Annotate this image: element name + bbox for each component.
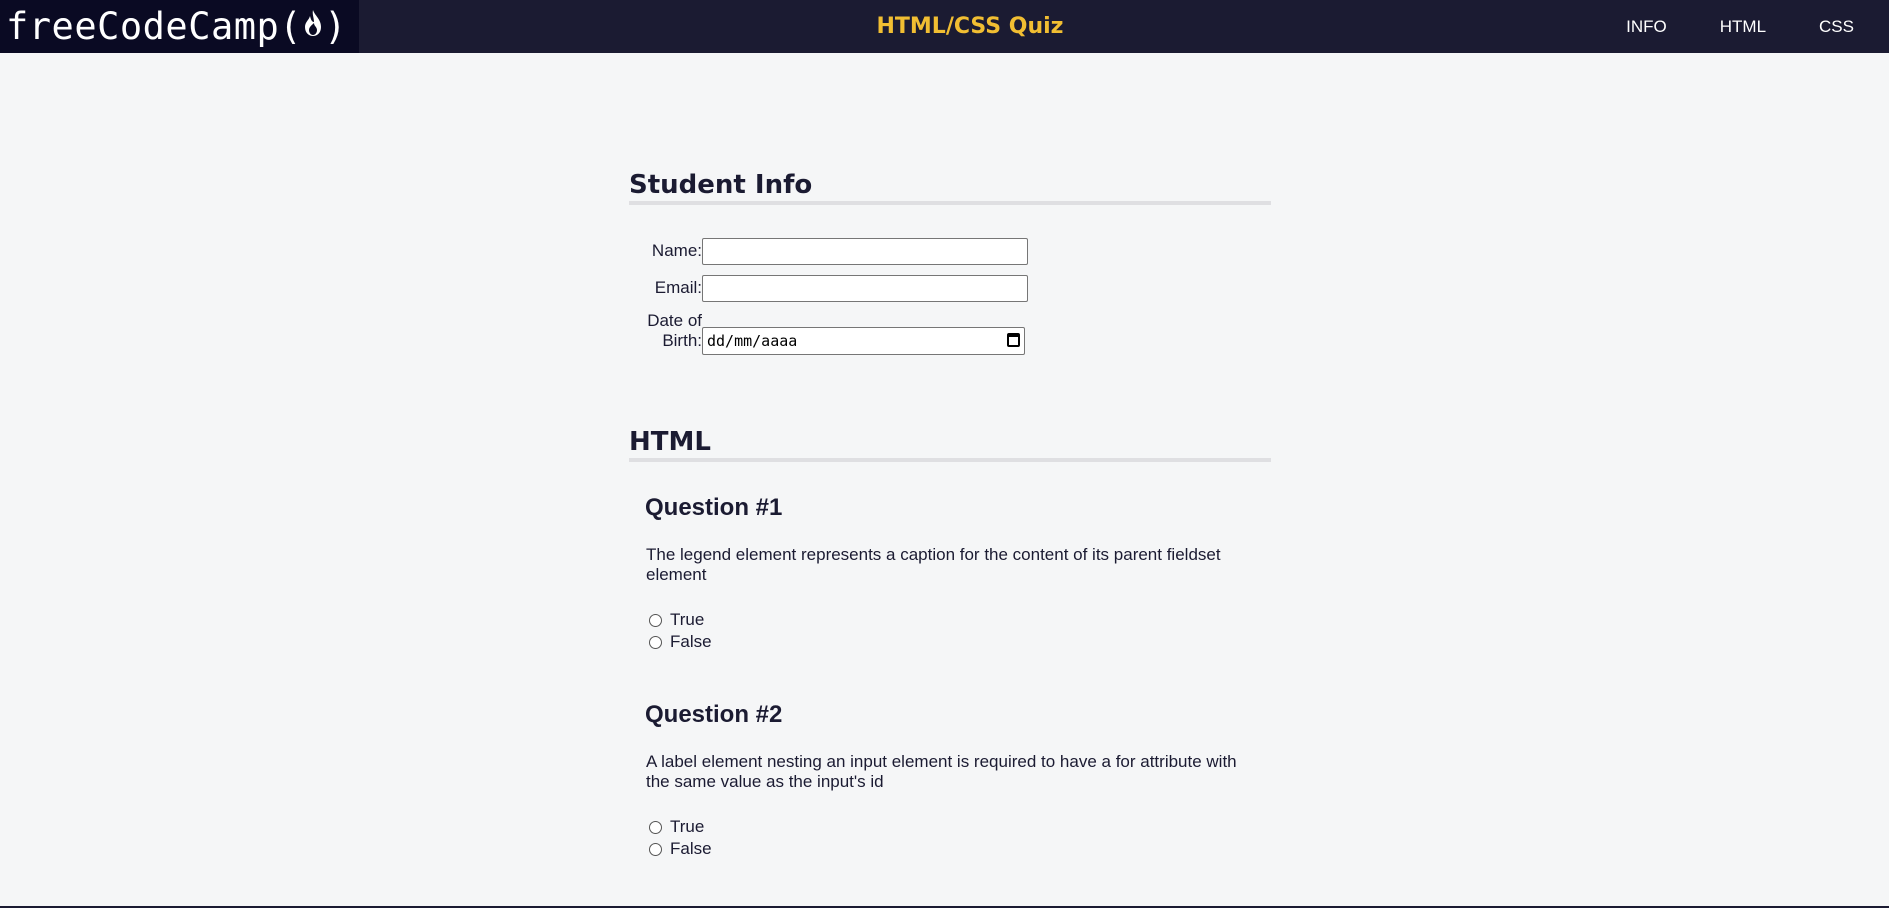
name-row: Name: xyxy=(629,238,1029,265)
nav-link-html[interactable]: HTML xyxy=(1720,17,1766,37)
radio-button[interactable] xyxy=(649,842,662,856)
nav-link-info[interactable]: INFO xyxy=(1626,17,1667,37)
option-label: True xyxy=(670,610,705,629)
logo-text: freeCodeCamp( xyxy=(6,5,303,48)
question-1-option-false[interactable]: False xyxy=(649,632,712,652)
section-heading-html: HTML xyxy=(629,427,1271,463)
question-1-option-true[interactable]: True xyxy=(649,610,704,630)
question-2-option-false[interactable]: False xyxy=(649,839,712,859)
student-info-section: Student Info Name: Email: Date of Birth:… xyxy=(629,170,1271,370)
dob-placeholder: dd/mm/aaaa xyxy=(707,332,798,350)
dob-label-line2: Birth: xyxy=(662,331,702,350)
email-label: Email: xyxy=(654,278,702,297)
dob-label: Date of Birth: xyxy=(622,311,702,351)
dob-input[interactable]: dd/mm/aaaa xyxy=(702,327,1025,355)
freecodecamp-logo[interactable]: freeCodeCamp() xyxy=(0,0,359,53)
radio-button[interactable] xyxy=(649,820,662,834)
question-2-title: Question #2 xyxy=(645,701,783,728)
question-1-text: The legend element represents a caption … xyxy=(646,545,1221,584)
radio-button[interactable] xyxy=(649,635,662,649)
question-1-title: Question #1 xyxy=(645,494,783,521)
calendar-icon[interactable] xyxy=(1007,333,1020,347)
option-label: False xyxy=(670,632,712,651)
option-label: False xyxy=(670,839,712,858)
main-nav: INFO HTML CSS xyxy=(1626,0,1854,53)
page-title: HTML/CSS Quiz xyxy=(876,14,1064,39)
email-input[interactable] xyxy=(702,275,1028,302)
logo-close-paren: ) xyxy=(324,5,347,48)
dob-label-line1: Date of xyxy=(647,311,702,330)
name-label: Name: xyxy=(651,241,702,260)
section-heading-student-info: Student Info xyxy=(629,170,1271,206)
dob-row: Date of Birth: dd/mm/aaaa xyxy=(629,310,1029,360)
option-label: True xyxy=(670,817,705,836)
flame-icon xyxy=(302,0,324,52)
question-2-option-true[interactable]: True xyxy=(649,817,704,837)
question-2-text: A label element nesting an input element… xyxy=(646,752,1237,791)
nav-link-css[interactable]: CSS xyxy=(1819,17,1854,37)
email-row: Email: xyxy=(629,275,1029,302)
radio-button[interactable] xyxy=(649,613,662,627)
html-section: HTML Question #1 The legend element repr… xyxy=(629,427,1271,867)
top-navbar: freeCodeCamp() HTML/CSS Quiz INFO HTML C… xyxy=(0,0,1889,53)
name-input[interactable] xyxy=(702,238,1028,265)
